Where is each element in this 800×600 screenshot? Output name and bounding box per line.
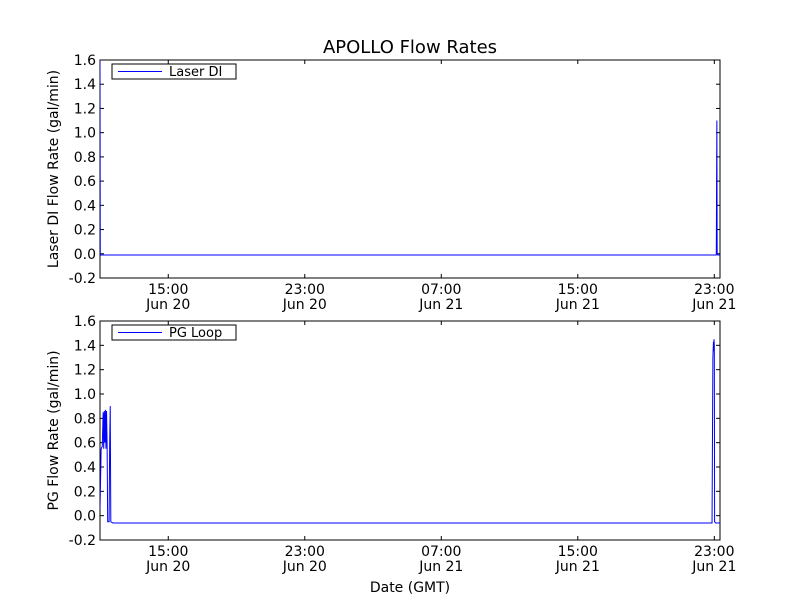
laser-di-y-tick-label: 0.8 [74,150,96,166]
pg-loop-x-tick-time: 15:00 [558,544,598,560]
pg-loop-y-tick-label: 1.4 [74,338,96,354]
pg-loop-x-tick-date: Jun 20 [282,559,327,575]
laser-di-y-tick-label: 1.4 [74,77,96,93]
pg-loop-y-tick-label: 1.2 [74,363,96,379]
pg-loop-plot-frame [99,320,721,541]
laser-di-x-tick-date: Jun 21 [418,297,463,313]
laser-di-plot-frame [99,59,721,279]
laser-di-x-tick-date: Jun 21 [555,297,600,313]
pg-loop-x-tick-date: Jun 21 [418,559,463,575]
figure-title: APOLLO Flow Rates [323,37,497,58]
laser-di-x-tick-date: Jun 21 [691,297,736,313]
pg-loop-x-tick-date: Jun 20 [145,559,190,575]
laser-di-panel: -0.20.00.20.40.60.81.01.21.41.615:00Jun … [46,53,736,313]
laser-di-x-tick-date: Jun 20 [282,297,327,313]
pg-loop-x-tick-time: 23:00 [694,544,734,560]
pg-loop-x-tick-time: 23:00 [285,544,325,560]
laser-di-y-tick-label: 0.0 [74,247,96,263]
pg-loop-x-tick-time: 15:00 [148,544,188,560]
pg-loop-panel: -0.20.00.20.40.60.81.01.21.41.615:00Jun … [46,314,736,575]
laser-di-x-tick-time: 07:00 [421,282,461,298]
laser-di-legend-label: Laser DI [169,65,222,80]
pg-loop-y-axis-label: PG Flow Rate (gal/min) [46,350,62,510]
laser-di-y-tick-label: 0.2 [74,223,96,239]
pg-loop-x-tick-time: 07:00 [421,544,461,560]
laser-di-y-tick-label: 1.6 [74,53,96,69]
pg-loop-x-tick-date: Jun 21 [555,559,600,575]
laser-di-x-tick-time: 23:00 [694,282,734,298]
pg-loop-y-tick-label: 0.2 [74,484,96,500]
pg-loop-y-tick-label: 0.0 [74,509,96,525]
laser-di-x-tick-time: 15:00 [558,282,598,298]
pg-loop-y-tick-label: -0.2 [69,533,96,549]
pg-loop-y-tick-label: 1.0 [74,387,96,403]
laser-di-y-tick-label: 1.2 [74,101,96,117]
laser-di-x-tick-date: Jun 20 [145,297,190,313]
laser-di-x-tick-time: 23:00 [285,282,325,298]
laser-di-y-tick-label: 0.6 [74,174,96,190]
pg-loop-y-tick-label: 0.6 [74,436,96,452]
pg-loop-x-tick-date: Jun 21 [691,559,736,575]
pg-loop-legend-label: PG Loop [169,326,222,341]
flow-rates-figure: APOLLO Flow Rates -0.2 0.0 0.2 0.4 0.6 0.8 1.0… [46,37,736,596]
pg-loop-y-tick-label: 0.8 [74,411,96,427]
pg-loop-y-tick-label: 0.4 [74,460,96,476]
laser-di-y-tick-label: 0.4 [74,198,96,214]
laser-di-y-tick-label: 1.0 [74,126,96,142]
laser-di-x-tick-time: 15:00 [148,282,188,298]
laser-di-y-axis-label: Laser DI Flow Rate (gal/min) [46,70,62,268]
pg-loop-y-tick-label: 1.6 [74,314,96,330]
laser-di-y-tick-label: -0.2 [69,271,96,287]
x-axis-label: Date (GMT) [370,580,450,596]
